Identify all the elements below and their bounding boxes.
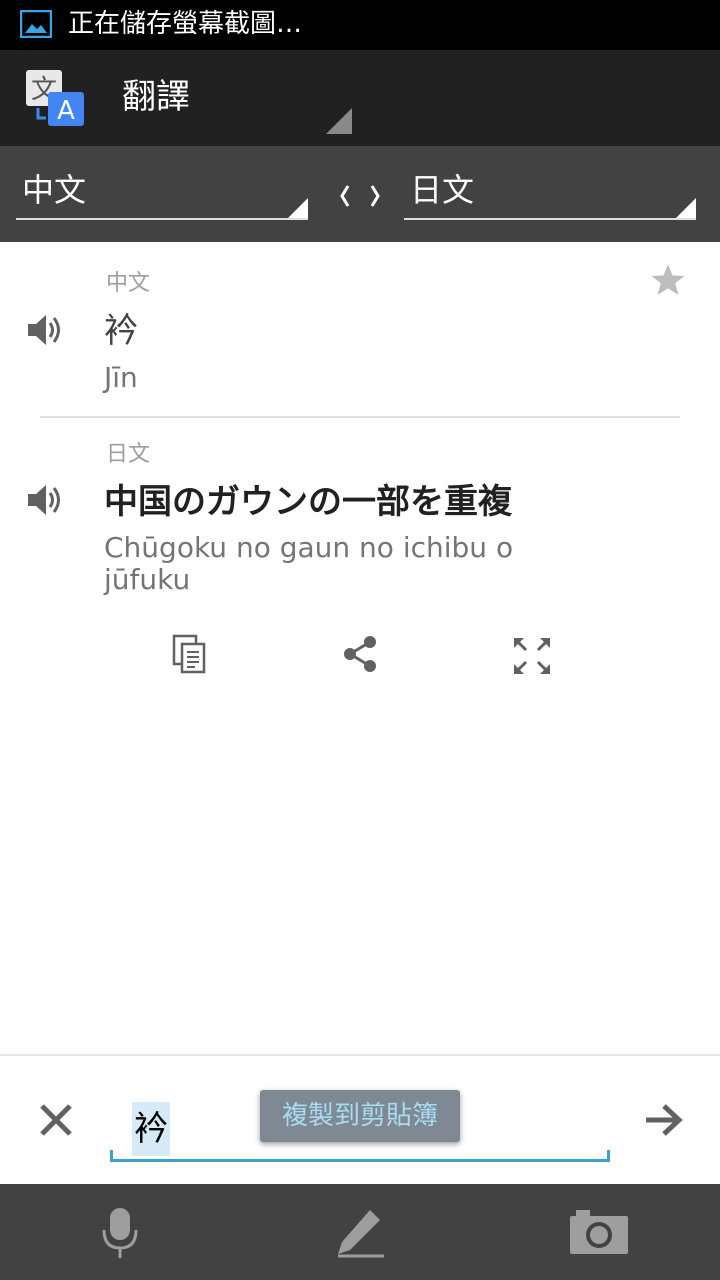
target-language-select[interactable]: 日文 bbox=[404, 168, 696, 220]
source-text: 衿 bbox=[104, 311, 138, 351]
arrow-right-icon[interactable] bbox=[642, 1100, 686, 1140]
app-title: 翻譯 bbox=[122, 77, 190, 117]
logo-target-glyph: A bbox=[57, 96, 75, 126]
camera-icon bbox=[570, 1210, 628, 1254]
camera-input-button[interactable] bbox=[480, 1184, 720, 1280]
status-bar: 正在儲存螢幕截圖… bbox=[0, 0, 720, 50]
translation-text: 中国のガウンの一部を重複 bbox=[104, 482, 512, 522]
target-language-label: 日文 bbox=[410, 171, 475, 209]
copy-icon[interactable] bbox=[170, 634, 210, 674]
dropdown-corner-icon[interactable] bbox=[326, 108, 352, 134]
share-icon[interactable] bbox=[340, 634, 380, 674]
notification-text: 正在儲存螢幕截圖… bbox=[68, 9, 303, 39]
translate-logo-icon[interactable]: 文 A bbox=[24, 68, 88, 130]
source-transliteration: Jīn bbox=[104, 361, 138, 394]
language-bar: 中文 日文 bbox=[0, 146, 720, 242]
copy-to-clipboard-popup[interactable]: 複製到剪貼簿 bbox=[260, 1090, 460, 1142]
dropdown-corner-icon bbox=[676, 198, 696, 218]
pencil-icon bbox=[338, 1210, 384, 1258]
input-selected-text[interactable]: 衿 bbox=[132, 1102, 170, 1156]
swap-languages-icon[interactable] bbox=[332, 176, 388, 216]
target-language-caption: 日文 bbox=[106, 442, 151, 467]
voice-input-button[interactable] bbox=[0, 1184, 240, 1280]
source-language-label: 中文 bbox=[22, 171, 87, 209]
speaker-icon[interactable] bbox=[24, 310, 64, 350]
source-language-caption: 中文 bbox=[106, 271, 151, 296]
action-bar: 文 A 翻譯 bbox=[0, 50, 720, 146]
speaker-icon[interactable] bbox=[24, 480, 64, 520]
star-icon[interactable] bbox=[650, 262, 686, 298]
dropdown-corner-icon bbox=[288, 198, 308, 218]
fullscreen-icon[interactable] bbox=[512, 636, 552, 676]
divider bbox=[40, 416, 680, 418]
translation-transliteration: Chūgoku no gaun no ichibu o jūfuku bbox=[104, 531, 514, 596]
source-language-select[interactable]: 中文 bbox=[16, 168, 308, 220]
close-icon[interactable] bbox=[36, 1100, 76, 1140]
bottom-toolbar bbox=[0, 1184, 720, 1280]
handwriting-button[interactable] bbox=[240, 1184, 480, 1280]
microphone-icon bbox=[102, 1208, 138, 1258]
image-icon bbox=[20, 10, 52, 38]
